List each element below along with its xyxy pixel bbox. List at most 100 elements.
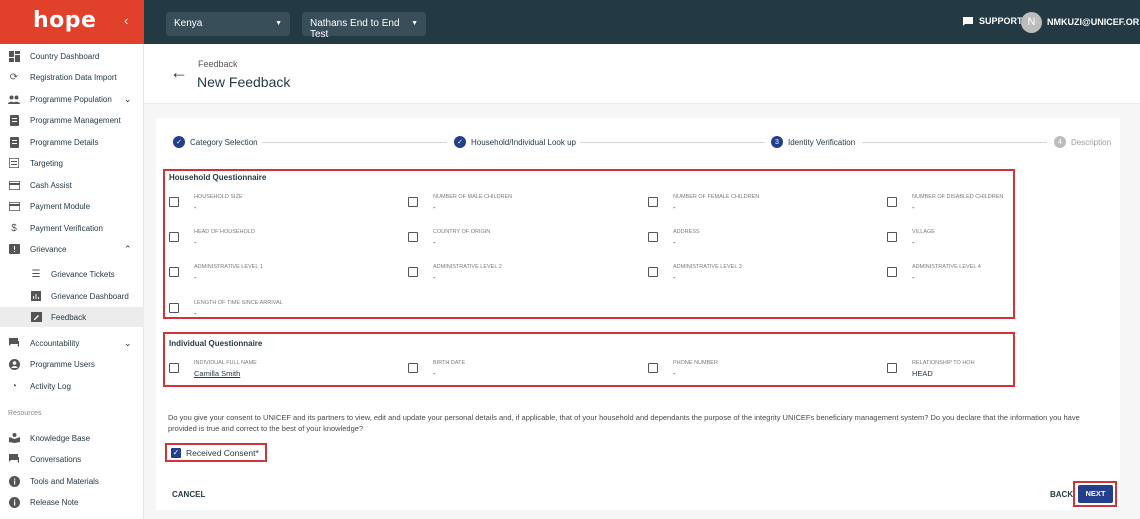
chat-icon — [963, 16, 973, 26]
checkbox[interactable] — [169, 363, 179, 373]
checkbox[interactable] — [648, 232, 658, 242]
field-label: HOUSEHOLD SIZE — [194, 194, 243, 200]
field-value: - — [433, 203, 436, 212]
field-label: ADMINISTRATIVE LEVEL 1 — [194, 264, 263, 270]
field-label: BIRTH DATE — [433, 360, 466, 366]
support-label: SUPPORT — [979, 16, 1023, 26]
individual-name-link[interactable]: Camilla Smith — [194, 369, 240, 378]
sidebar-item-label: Payment Verification — [30, 223, 103, 233]
chevron-down-icon[interactable]: ⌄ — [124, 94, 132, 105]
step-identity-verification: 3 Identity Verification — [771, 136, 855, 148]
field-label: INDIVIDUAL FULL NAME — [194, 360, 257, 366]
field-address: ADDRESS - — [648, 229, 878, 253]
cancel-button[interactable]: CANCEL — [172, 490, 205, 499]
step-label: Identity Verification — [788, 137, 856, 147]
user-email[interactable]: NMKUZI@UNICEF.OR — [1047, 17, 1140, 27]
field-female-children: NUMBER OF FEMALE CHILDREN - — [648, 194, 878, 218]
checkbox[interactable] — [648, 363, 658, 373]
field-label: VILLAGE — [912, 229, 935, 235]
checkbox[interactable] — [408, 232, 418, 242]
checkbox[interactable] — [648, 197, 658, 207]
sidebar-item-programme-details[interactable]: Programme Details — [0, 132, 144, 152]
received-consent-checkbox[interactable]: ✓ Received Consent* — [165, 443, 267, 462]
field-label: NUMBER OF MALE CHILDREN — [433, 194, 513, 200]
sidebar-item-tools-and-materials[interactable]: Tools and Materials — [0, 471, 144, 491]
field-label: HEAD OF HOUSEHOLD — [194, 229, 255, 235]
field-length-since-arrival: LENGTH OF TIME SINCE ARRIVAL - — [169, 300, 399, 324]
sidebar-item-label: Targeting — [30, 158, 63, 168]
sidebar-item-feedback[interactable]: Feedback — [0, 307, 144, 327]
next-button[interactable]: NEXT — [1078, 485, 1113, 503]
sidebar-item-grievance[interactable]: Grievance ⌃ — [0, 239, 144, 259]
field-label: NUMBER OF DISABLED CHILDREN — [912, 194, 1004, 200]
back-arrow-icon[interactable]: ← — [170, 62, 188, 83]
sidebar-item-programme-population[interactable]: Programme Population ⌄ — [0, 89, 144, 109]
field-value: - — [673, 369, 676, 378]
sidebar-item-conversations[interactable]: Conversations — [0, 449, 144, 469]
collapse-sidebar-icon[interactable]: ‹ — [124, 13, 128, 28]
step-number: 4 — [1054, 136, 1066, 148]
people-icon — [8, 93, 20, 105]
step-label: Description — [1071, 137, 1112, 147]
sidebar-item-label: Feedback — [51, 312, 87, 322]
sidebar-item-payment-verification[interactable]: $ Payment Verification — [0, 218, 144, 238]
sidebar-item-grievance-tickets[interactable]: ☰ Grievance Tickets — [0, 264, 144, 284]
checkbox[interactable] — [169, 197, 179, 207]
avatar[interactable]: N — [1021, 12, 1042, 33]
chevron-down-icon[interactable]: ⌄ — [124, 338, 132, 349]
field-household-size: HOUSEHOLD SIZE - — [169, 194, 399, 218]
step-label: Household/Individual Look up — [471, 137, 576, 147]
list-icon: ☰ — [31, 268, 41, 280]
sidebar-item-label: Programme Population — [30, 94, 112, 104]
sidebar-item-label: Tools and Materials — [30, 476, 99, 486]
sidebar-item-knowledge-base[interactable]: Knowledge Base — [0, 428, 144, 448]
checkbox-checked-icon[interactable]: ✓ — [171, 448, 181, 458]
checkbox[interactable] — [408, 363, 418, 373]
checkbox[interactable] — [887, 197, 897, 207]
checkbox[interactable] — [887, 267, 897, 277]
checkbox[interactable] — [169, 267, 179, 277]
page-title: New Feedback — [197, 74, 291, 90]
sidebar-item-targeting[interactable]: Targeting — [0, 153, 144, 173]
checkbox[interactable] — [169, 232, 179, 242]
support-button[interactable]: SUPPORT — [963, 16, 1023, 26]
sidebar-item-programme-users[interactable]: Programme Users — [0, 354, 144, 374]
hope-logo[interactable]: hope — [33, 8, 96, 33]
sidebar-item-programme-management[interactable]: Programme Management — [0, 110, 144, 130]
chevron-up-icon[interactable]: ⌃ — [124, 244, 132, 255]
dollar-icon: $ — [11, 222, 17, 234]
sidebar-item-label: Accountability — [30, 338, 80, 348]
book-icon — [8, 432, 20, 444]
checkbox[interactable] — [887, 232, 897, 242]
checkbox[interactable] — [408, 267, 418, 277]
sidebar-item-cash-assist[interactable]: Cash Assist — [0, 175, 144, 195]
field-value: - — [433, 369, 436, 378]
checkbox[interactable] — [648, 267, 658, 277]
sidebar-item-release-note[interactable]: Release Note — [0, 492, 144, 512]
sidebar-item-payment-module[interactable]: Payment Module — [0, 196, 144, 216]
dashboard-icon — [8, 50, 20, 62]
breadcrumb[interactable]: Feedback — [198, 59, 238, 69]
back-button[interactable]: BACK — [1050, 490, 1073, 499]
sidebar-item-country-dashboard[interactable]: Country Dashboard — [0, 46, 144, 66]
checkbox[interactable] — [169, 303, 179, 313]
checkbox[interactable] — [887, 363, 897, 373]
programme-select[interactable]: Nathans End to End Test ▼ — [302, 12, 426, 40]
country-select[interactable]: Kenya ▼ — [166, 12, 290, 36]
individual-questionnaire-title: Individual Questionnaire — [169, 339, 263, 348]
step-label: Category Selection — [190, 137, 258, 147]
field-birth-date: BIRTH DATE - — [408, 360, 638, 384]
sidebar-item-label: Country Dashboard — [30, 51, 100, 61]
sidebar-item-label: Programme Management — [30, 115, 121, 125]
field-value: - — [673, 238, 676, 247]
sidebar-item-label: Grievance Tickets — [51, 269, 115, 279]
field-value: - — [673, 273, 676, 282]
sidebar-item-activity-log[interactable]: ◔ Activity Log — [0, 376, 144, 396]
checkbox[interactable] — [408, 197, 418, 207]
sidebar-item-grievance-dashboard[interactable]: Grievance Dashboard — [0, 286, 144, 306]
sidebar-item-registration-data-import[interactable]: ⟳ Registration Data Import — [0, 67, 144, 87]
field-individual-full-name: INDIVIDUAL FULL NAME Camilla Smith — [169, 360, 399, 384]
top-bar: hope ‹ Kenya ▼ Nathans End to End Test ▼… — [0, 0, 1140, 44]
chevron-down-icon: ▼ — [275, 20, 282, 27]
sidebar-item-accountability[interactable]: Accountability ⌄ — [0, 333, 144, 353]
